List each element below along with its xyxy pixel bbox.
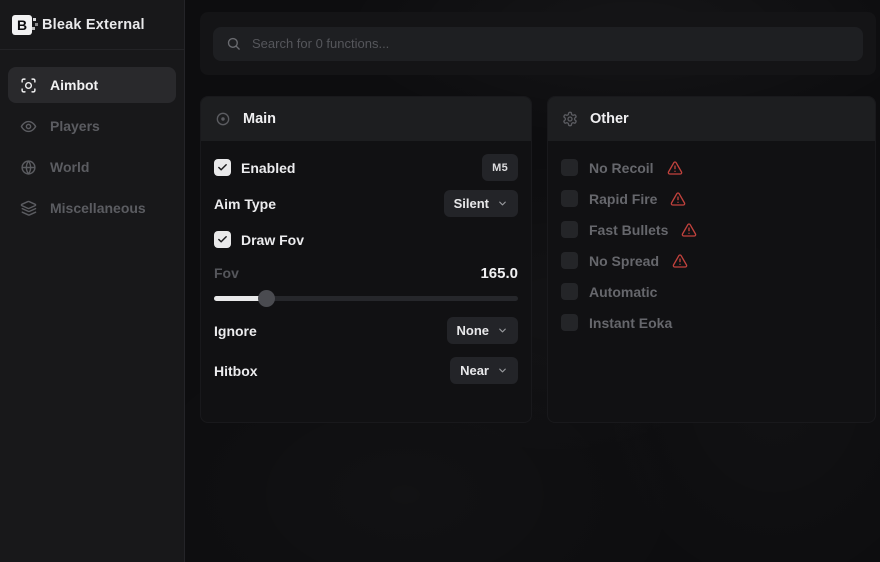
warning-triangle-icon [672, 253, 688, 269]
fast-bullets-label: Fast Bullets [589, 222, 668, 238]
instant-eoka-checkbox[interactable] [561, 314, 578, 331]
search-panel [200, 12, 876, 75]
no-recoil-checkbox[interactable] [561, 159, 578, 176]
hitbox-row: Hitbox Near [214, 357, 518, 384]
fast-bullets-checkbox[interactable] [561, 221, 578, 238]
no-spread-checkbox[interactable] [561, 252, 578, 269]
search-box[interactable] [213, 27, 863, 61]
app-title: Bleak External [42, 17, 145, 33]
draw-fov-checkbox[interactable] [214, 231, 231, 248]
sidebar: B Bleak External Aimbot Players World M [0, 0, 185, 562]
other-row-instant-eoka: Instant Eoka [561, 309, 862, 336]
target-icon [215, 111, 231, 127]
other-row-no-recoil: No Recoil [561, 154, 862, 181]
layers-icon [20, 200, 37, 217]
chevron-down-icon [497, 198, 508, 209]
sidebar-item-miscellaneous[interactable]: Miscellaneous [8, 190, 176, 226]
main-panel: Main Enabled M5 Aim Type Silent [200, 96, 532, 423]
other-panel: Other No Recoil Rapid Fire Fast Bullets [547, 96, 876, 423]
chevron-down-icon [497, 325, 508, 336]
aim-type-dropdown[interactable]: Silent [444, 190, 518, 217]
main-panel-title: Main [243, 111, 276, 127]
fov-slider[interactable] [214, 290, 518, 307]
ignore-value: None [457, 323, 490, 338]
automatic-label: Automatic [589, 284, 657, 300]
other-panel-body: No Recoil Rapid Fire Fast Bullets No Spr… [548, 141, 875, 353]
warning-triangle-icon [670, 191, 686, 207]
other-row-no-spread: No Spread [561, 247, 862, 274]
other-row-automatic: Automatic [561, 278, 862, 305]
ignore-dropdown[interactable]: None [447, 317, 519, 344]
warning-triangle-icon [681, 222, 697, 238]
aim-type-value: Silent [454, 196, 489, 211]
no-recoil-label: No Recoil [589, 160, 654, 176]
enabled-keybind-button[interactable]: M5 [482, 154, 518, 181]
eye-icon [20, 118, 37, 135]
main-panel-header: Main [201, 97, 531, 141]
automatic-checkbox[interactable] [561, 283, 578, 300]
draw-fov-label: Draw Fov [241, 232, 304, 248]
sidebar-item-label: Players [50, 118, 100, 134]
hitbox-value: Near [460, 363, 489, 378]
ignore-row: Ignore None [214, 317, 518, 344]
gear-icon [562, 111, 578, 127]
globe-icon [20, 159, 37, 176]
fov-row: Fov 165.0 [214, 262, 518, 284]
sidebar-item-label: World [50, 159, 89, 175]
rapid-fire-checkbox[interactable] [561, 190, 578, 207]
app-logo-icon: B [12, 15, 32, 35]
other-panel-title: Other [590, 111, 629, 127]
sidebar-item-label: Aimbot [50, 77, 98, 93]
fov-slider-thumb[interactable] [258, 290, 275, 307]
brand: B Bleak External [0, 0, 184, 50]
draw-fov-row: Draw Fov [214, 226, 518, 253]
instant-eoka-label: Instant Eoka [589, 315, 672, 331]
main-panel-body: Enabled M5 Aim Type Silent Draw Fov Fov [201, 141, 531, 397]
sidebar-item-world[interactable]: World [8, 149, 176, 185]
no-spread-label: No Spread [589, 253, 659, 269]
enabled-label: Enabled [241, 160, 295, 176]
enabled-checkbox[interactable] [214, 159, 231, 176]
hitbox-dropdown[interactable]: Near [450, 357, 518, 384]
other-row-fast-bullets: Fast Bullets [561, 216, 862, 243]
fov-label: Fov [214, 265, 239, 281]
hitbox-label: Hitbox [214, 363, 258, 379]
search-icon [226, 36, 241, 51]
other-panel-header: Other [548, 97, 875, 141]
sidebar-nav: Aimbot Players World Miscellaneous [0, 50, 184, 243]
sidebar-item-aimbot[interactable]: Aimbot [8, 67, 176, 103]
chevron-down-icon [497, 365, 508, 376]
ignore-label: Ignore [214, 323, 257, 339]
aim-type-row: Aim Type Silent [214, 190, 518, 217]
sidebar-item-label: Miscellaneous [50, 200, 146, 216]
other-row-rapid-fire: Rapid Fire [561, 185, 862, 212]
aim-type-label: Aim Type [214, 196, 276, 212]
rapid-fire-label: Rapid Fire [589, 191, 657, 207]
fov-value: 165.0 [480, 265, 518, 282]
sidebar-item-players[interactable]: Players [8, 108, 176, 144]
enabled-row: Enabled M5 [214, 154, 518, 181]
focus-icon [20, 77, 37, 94]
warning-triangle-icon [667, 160, 683, 176]
search-input[interactable] [252, 36, 850, 51]
